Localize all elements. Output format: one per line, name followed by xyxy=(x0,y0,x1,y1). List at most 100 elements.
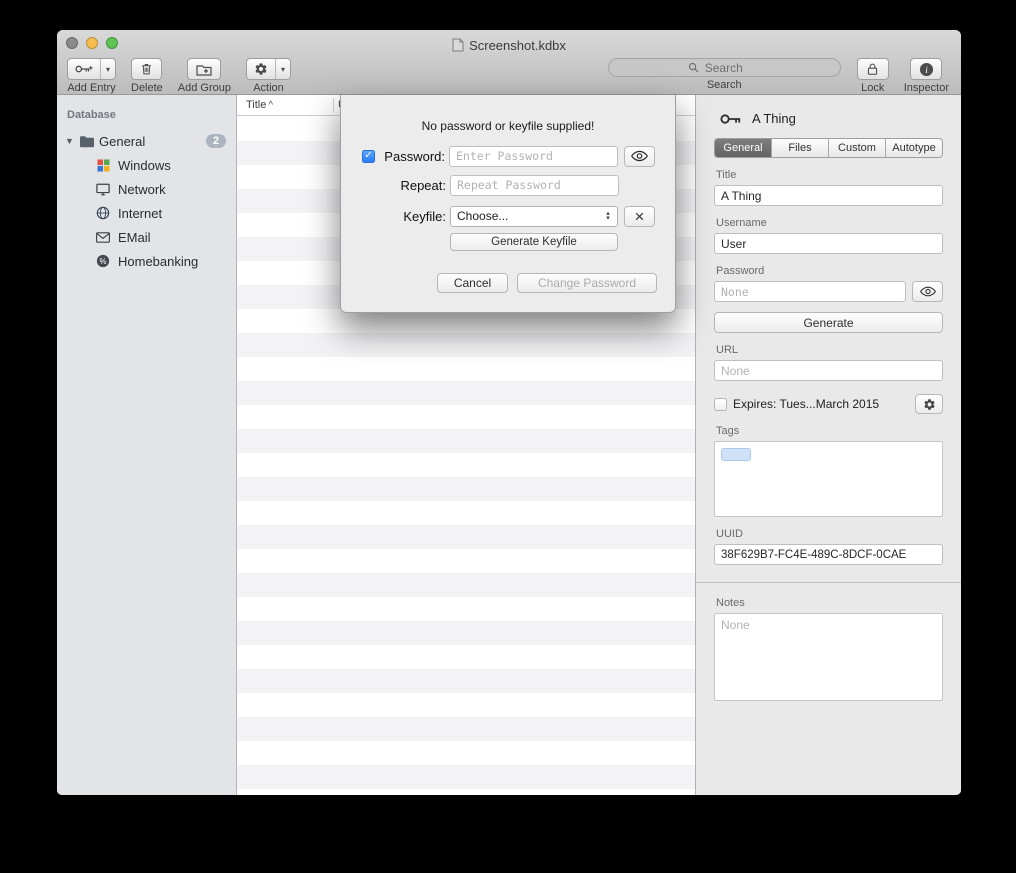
search-input[interactable] xyxy=(703,60,761,76)
eye-icon xyxy=(631,150,648,162)
column-divider[interactable] xyxy=(333,98,334,113)
tab-autotype[interactable]: Autotype xyxy=(886,139,942,157)
search-icon xyxy=(688,62,699,73)
generate-password-button[interactable]: Generate xyxy=(714,312,943,333)
add-entry-label: Add Entry xyxy=(67,82,115,94)
search-field[interactable] xyxy=(608,58,841,77)
lock-button[interactable] xyxy=(857,58,889,80)
envelope-icon xyxy=(95,229,111,245)
password-label: Password xyxy=(716,265,943,277)
window-title: Screenshot.kdbx xyxy=(469,38,566,53)
keyfile-row: Keyfile: Choose... ▴ ▾ × xyxy=(362,205,655,227)
url-field[interactable] xyxy=(714,360,943,381)
inspector-header: A Thing xyxy=(720,111,943,126)
sidebar-item-email[interactable]: EMail xyxy=(57,225,236,249)
repeat-row: Repeat: xyxy=(362,174,655,196)
gear-icon xyxy=(247,59,275,79)
sheet-reveal-password-button[interactable] xyxy=(624,146,655,167)
inspector-panel: A Thing General Files Custom Autotype Ti… xyxy=(695,95,961,795)
column-header-title[interactable]: Title^ xyxy=(237,99,329,111)
expires-row: Expires: Tues...March 2015 xyxy=(714,394,943,414)
title-label: Title xyxy=(716,169,943,181)
password-row: ✓ Password: xyxy=(362,145,655,167)
key-plus-icon xyxy=(68,59,100,79)
add-entry-dropdown-arrow[interactable]: ▾ xyxy=(100,59,115,79)
sheet-repeat-input[interactable] xyxy=(450,175,619,196)
window-title-area: Screenshot.kdbx xyxy=(57,30,961,56)
sheet-message: No password or keyfile supplied! xyxy=(341,119,675,133)
keyfile-dropdown[interactable]: Choose... ▴ ▾ xyxy=(450,206,618,227)
close-x-icon: × xyxy=(635,208,645,225)
sidebar-item-label: Homebanking xyxy=(118,254,198,269)
toolbar-item-add-group: Add Group xyxy=(178,58,231,94)
windows-grid-icon xyxy=(95,157,111,173)
sidebar-item-label: Windows xyxy=(118,158,171,173)
sidebar-item-label: EMail xyxy=(118,230,151,245)
password-field[interactable] xyxy=(714,281,906,302)
toolbar-item-action: ▾ Action xyxy=(246,58,291,94)
action-button[interactable]: ▾ xyxy=(246,58,291,80)
notes-field[interactable] xyxy=(714,613,943,701)
expires-checkbox[interactable] xyxy=(714,398,727,411)
sort-ascending-icon: ^ xyxy=(268,100,273,111)
username-label: Username xyxy=(716,217,943,229)
sidebar-item-label: Network xyxy=(118,182,166,197)
action-label: Action xyxy=(253,82,284,94)
padlock-icon xyxy=(866,62,879,76)
document-icon xyxy=(452,38,464,52)
disclosure-triangle-icon[interactable]: ▼ xyxy=(65,136,75,146)
reveal-password-button[interactable] xyxy=(912,281,943,302)
tab-general[interactable]: General xyxy=(715,139,772,157)
clear-keyfile-button[interactable]: × xyxy=(624,206,655,227)
toolbar-item-inspector: i Inspector xyxy=(904,58,949,94)
stepper-arrows: ▴ ▾ xyxy=(601,211,617,221)
change-password-button[interactable]: Change Password xyxy=(517,273,657,293)
folder-icon xyxy=(79,133,95,149)
expires-label: Expires: Tues...March 2015 xyxy=(733,397,909,411)
titlebar[interactable]: Screenshot.kdbx xyxy=(57,30,961,56)
lock-label: Lock xyxy=(861,82,884,94)
add-entry-button[interactable]: ▾ xyxy=(67,58,116,80)
sidebar-item-windows[interactable]: Windows xyxy=(57,153,236,177)
keyfile-selected-value: Choose... xyxy=(457,209,508,223)
group-count-badge: 2 xyxy=(206,134,226,148)
section-divider xyxy=(696,582,961,583)
sidebar-group-general[interactable]: ▼ General 2 xyxy=(57,129,236,153)
generate-keyfile-button[interactable]: Generate Keyfile xyxy=(450,233,618,251)
password-checkbox[interactable]: ✓ xyxy=(362,150,375,163)
sheet-password-input[interactable] xyxy=(449,146,618,167)
sidebar-item-network[interactable]: Network xyxy=(57,177,236,201)
sheet-password-label: Password: xyxy=(379,149,445,164)
sidebar-group-label: General xyxy=(99,134,145,149)
delete-button[interactable] xyxy=(131,58,162,80)
app-window: Screenshot.kdbx ▾ Add Entry xyxy=(57,30,961,795)
tab-files[interactable]: Files xyxy=(772,139,829,157)
expires-settings-button[interactable] xyxy=(915,394,943,414)
title-field[interactable] xyxy=(714,185,943,206)
add-group-label: Add Group xyxy=(178,82,231,94)
sidebar-item-internet[interactable]: Internet xyxy=(57,201,236,225)
toolbar-item-search: Search xyxy=(608,58,841,91)
sidebar: Database ▼ General 2 Windows Network xyxy=(57,95,237,795)
inspector-button[interactable]: i xyxy=(910,58,942,80)
tab-custom[interactable]: Custom xyxy=(829,139,886,157)
toolbar-item-lock: Lock xyxy=(857,58,889,94)
folder-plus-icon xyxy=(196,63,212,76)
search-label: Search xyxy=(707,79,742,91)
url-label: URL xyxy=(716,344,943,356)
password-sheet: No password or keyfile supplied! ✓ Passw… xyxy=(340,95,676,313)
toolbar: ▾ Add Entry Delete Add Group xyxy=(57,56,961,94)
delete-label: Delete xyxy=(131,82,163,94)
monitor-icon xyxy=(95,181,111,197)
action-dropdown-arrow[interactable]: ▾ xyxy=(275,59,290,79)
info-icon: i xyxy=(919,62,934,77)
username-field[interactable] xyxy=(714,233,943,254)
tag-token[interactable] xyxy=(721,448,751,461)
toolbar-item-add-entry: ▾ Add Entry xyxy=(67,58,116,94)
uuid-field[interactable] xyxy=(714,544,943,565)
add-group-button[interactable] xyxy=(187,58,221,80)
sidebar-item-homebanking[interactable]: % Homebanking xyxy=(57,249,236,273)
tags-box[interactable] xyxy=(714,441,943,517)
sheet-repeat-label: Repeat: xyxy=(380,178,446,193)
cancel-button[interactable]: Cancel xyxy=(437,273,508,293)
